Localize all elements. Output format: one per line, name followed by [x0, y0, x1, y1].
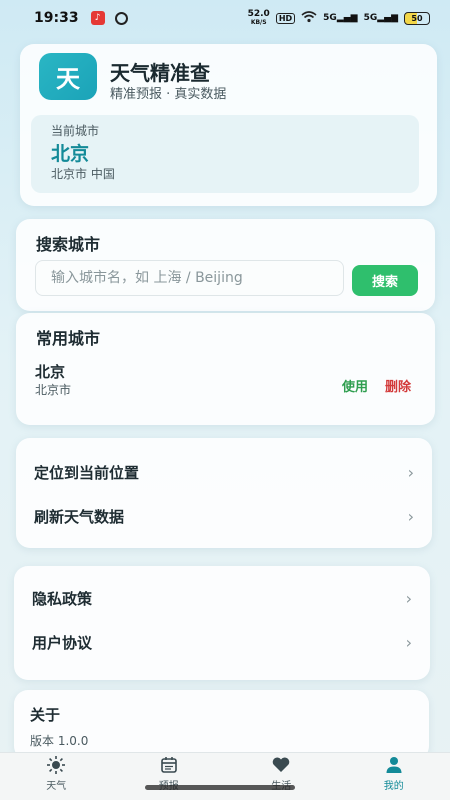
- chevron-right-icon: ›: [407, 506, 414, 526]
- status-bar: 19:33 ♪ 52.0 KB/S HD 5G▂▄▆ 5G▂▄▆ 50: [0, 0, 450, 36]
- signal-2-label: 5G: [363, 13, 378, 23]
- calendar-icon: [159, 755, 179, 775]
- notification-app-icon: ♪: [90, 11, 105, 25]
- locate-current-position-row[interactable]: 定位到当前位置 ›: [16, 452, 432, 492]
- tab-forecast[interactable]: 预报: [113, 753, 226, 800]
- app-logo: 天: [39, 53, 97, 100]
- about-card: 关于 版本 1.0.0: [14, 690, 429, 760]
- search-city-card: 搜索城市 搜索: [16, 219, 435, 311]
- privacy-policy-row[interactable]: 隐私政策 ›: [14, 578, 430, 618]
- tab-mine[interactable]: 我的: [338, 753, 450, 800]
- current-city-name: 北京: [51, 143, 90, 165]
- search-button[interactable]: 搜索: [352, 265, 418, 296]
- battery-level: 50: [411, 13, 423, 23]
- favorites-section-title: 常用城市: [36, 329, 101, 348]
- chevron-right-icon: ›: [405, 632, 412, 652]
- favorite-city-name: 北京: [35, 363, 66, 381]
- user-agreement-row[interactable]: 用户协议 ›: [14, 622, 430, 662]
- city-search-input[interactable]: [35, 260, 344, 296]
- tab-life[interactable]: 生活: [225, 753, 338, 800]
- person-icon: [384, 755, 404, 775]
- signal-1-icon: 5G▂▄▆: [323, 13, 358, 23]
- chevron-right-icon: ›: [405, 588, 412, 608]
- app-title: 天气精准查: [110, 61, 210, 85]
- battery-icon: 50: [404, 11, 430, 25]
- app-subtitle: 精准预报 · 真实数据: [110, 87, 227, 102]
- notification-ring-icon: [114, 11, 128, 25]
- favorite-cities-card: 常用城市 北京 北京市 使用 删除: [16, 313, 435, 425]
- search-section-title: 搜索城市: [36, 235, 101, 254]
- header-card: 天 天气精准查 精准预报 · 真实数据 当前城市 北京 北京市 中国: [20, 44, 437, 206]
- wifi-icon: [301, 10, 317, 26]
- actions-card: 定位到当前位置 › 刷新天气数据 ›: [16, 438, 432, 548]
- tab-weather[interactable]: 天气: [0, 753, 113, 800]
- signal-1-label: 5G: [323, 13, 337, 23]
- user-agreement-label: 用户协议: [32, 633, 93, 652]
- sun-icon: [46, 755, 66, 775]
- app-logo-char: 天: [56, 65, 80, 93]
- privacy-policy-label: 隐私政策: [32, 589, 93, 608]
- refresh-weather-row[interactable]: 刷新天气数据 ›: [16, 496, 432, 536]
- status-time: 19:33: [34, 10, 79, 26]
- current-city-caption: 当前城市: [51, 124, 100, 138]
- use-city-button[interactable]: 使用: [342, 376, 368, 395]
- hd-badge: HD: [275, 12, 296, 24]
- signal-2-icon: 5G▂▄▆: [363, 13, 398, 23]
- favorite-city-region: 北京市: [35, 383, 72, 397]
- chevron-right-icon: ›: [407, 462, 414, 482]
- network-speed-unit: KB/S: [250, 18, 267, 26]
- home-indicator[interactable]: [145, 785, 295, 790]
- tab-mine-label: 我的: [383, 781, 404, 792]
- current-city-region: 北京市 中国: [51, 167, 115, 181]
- refresh-weather-label: 刷新天气数据: [34, 507, 125, 526]
- tab-weather-label: 天气: [46, 781, 67, 792]
- bottom-tab-bar: 天气 预报 生活 我的: [0, 752, 450, 800]
- current-city-panel: 当前城市 北京 北京市 中国: [31, 115, 419, 193]
- network-speed: 52.0 KB/S: [247, 8, 270, 27]
- status-indicators: 52.0 KB/S HD 5G▂▄▆ 5G▂▄▆ 50: [247, 8, 430, 27]
- network-speed-value: 52.0: [247, 8, 270, 19]
- about-title: 关于: [30, 706, 61, 724]
- app-version: 版本 1.0.0: [30, 734, 89, 748]
- delete-city-button[interactable]: 删除: [385, 376, 411, 395]
- heart-icon: [271, 755, 291, 775]
- legal-card: 隐私政策 › 用户协议 ›: [14, 566, 430, 680]
- locate-current-position-label: 定位到当前位置: [34, 463, 140, 482]
